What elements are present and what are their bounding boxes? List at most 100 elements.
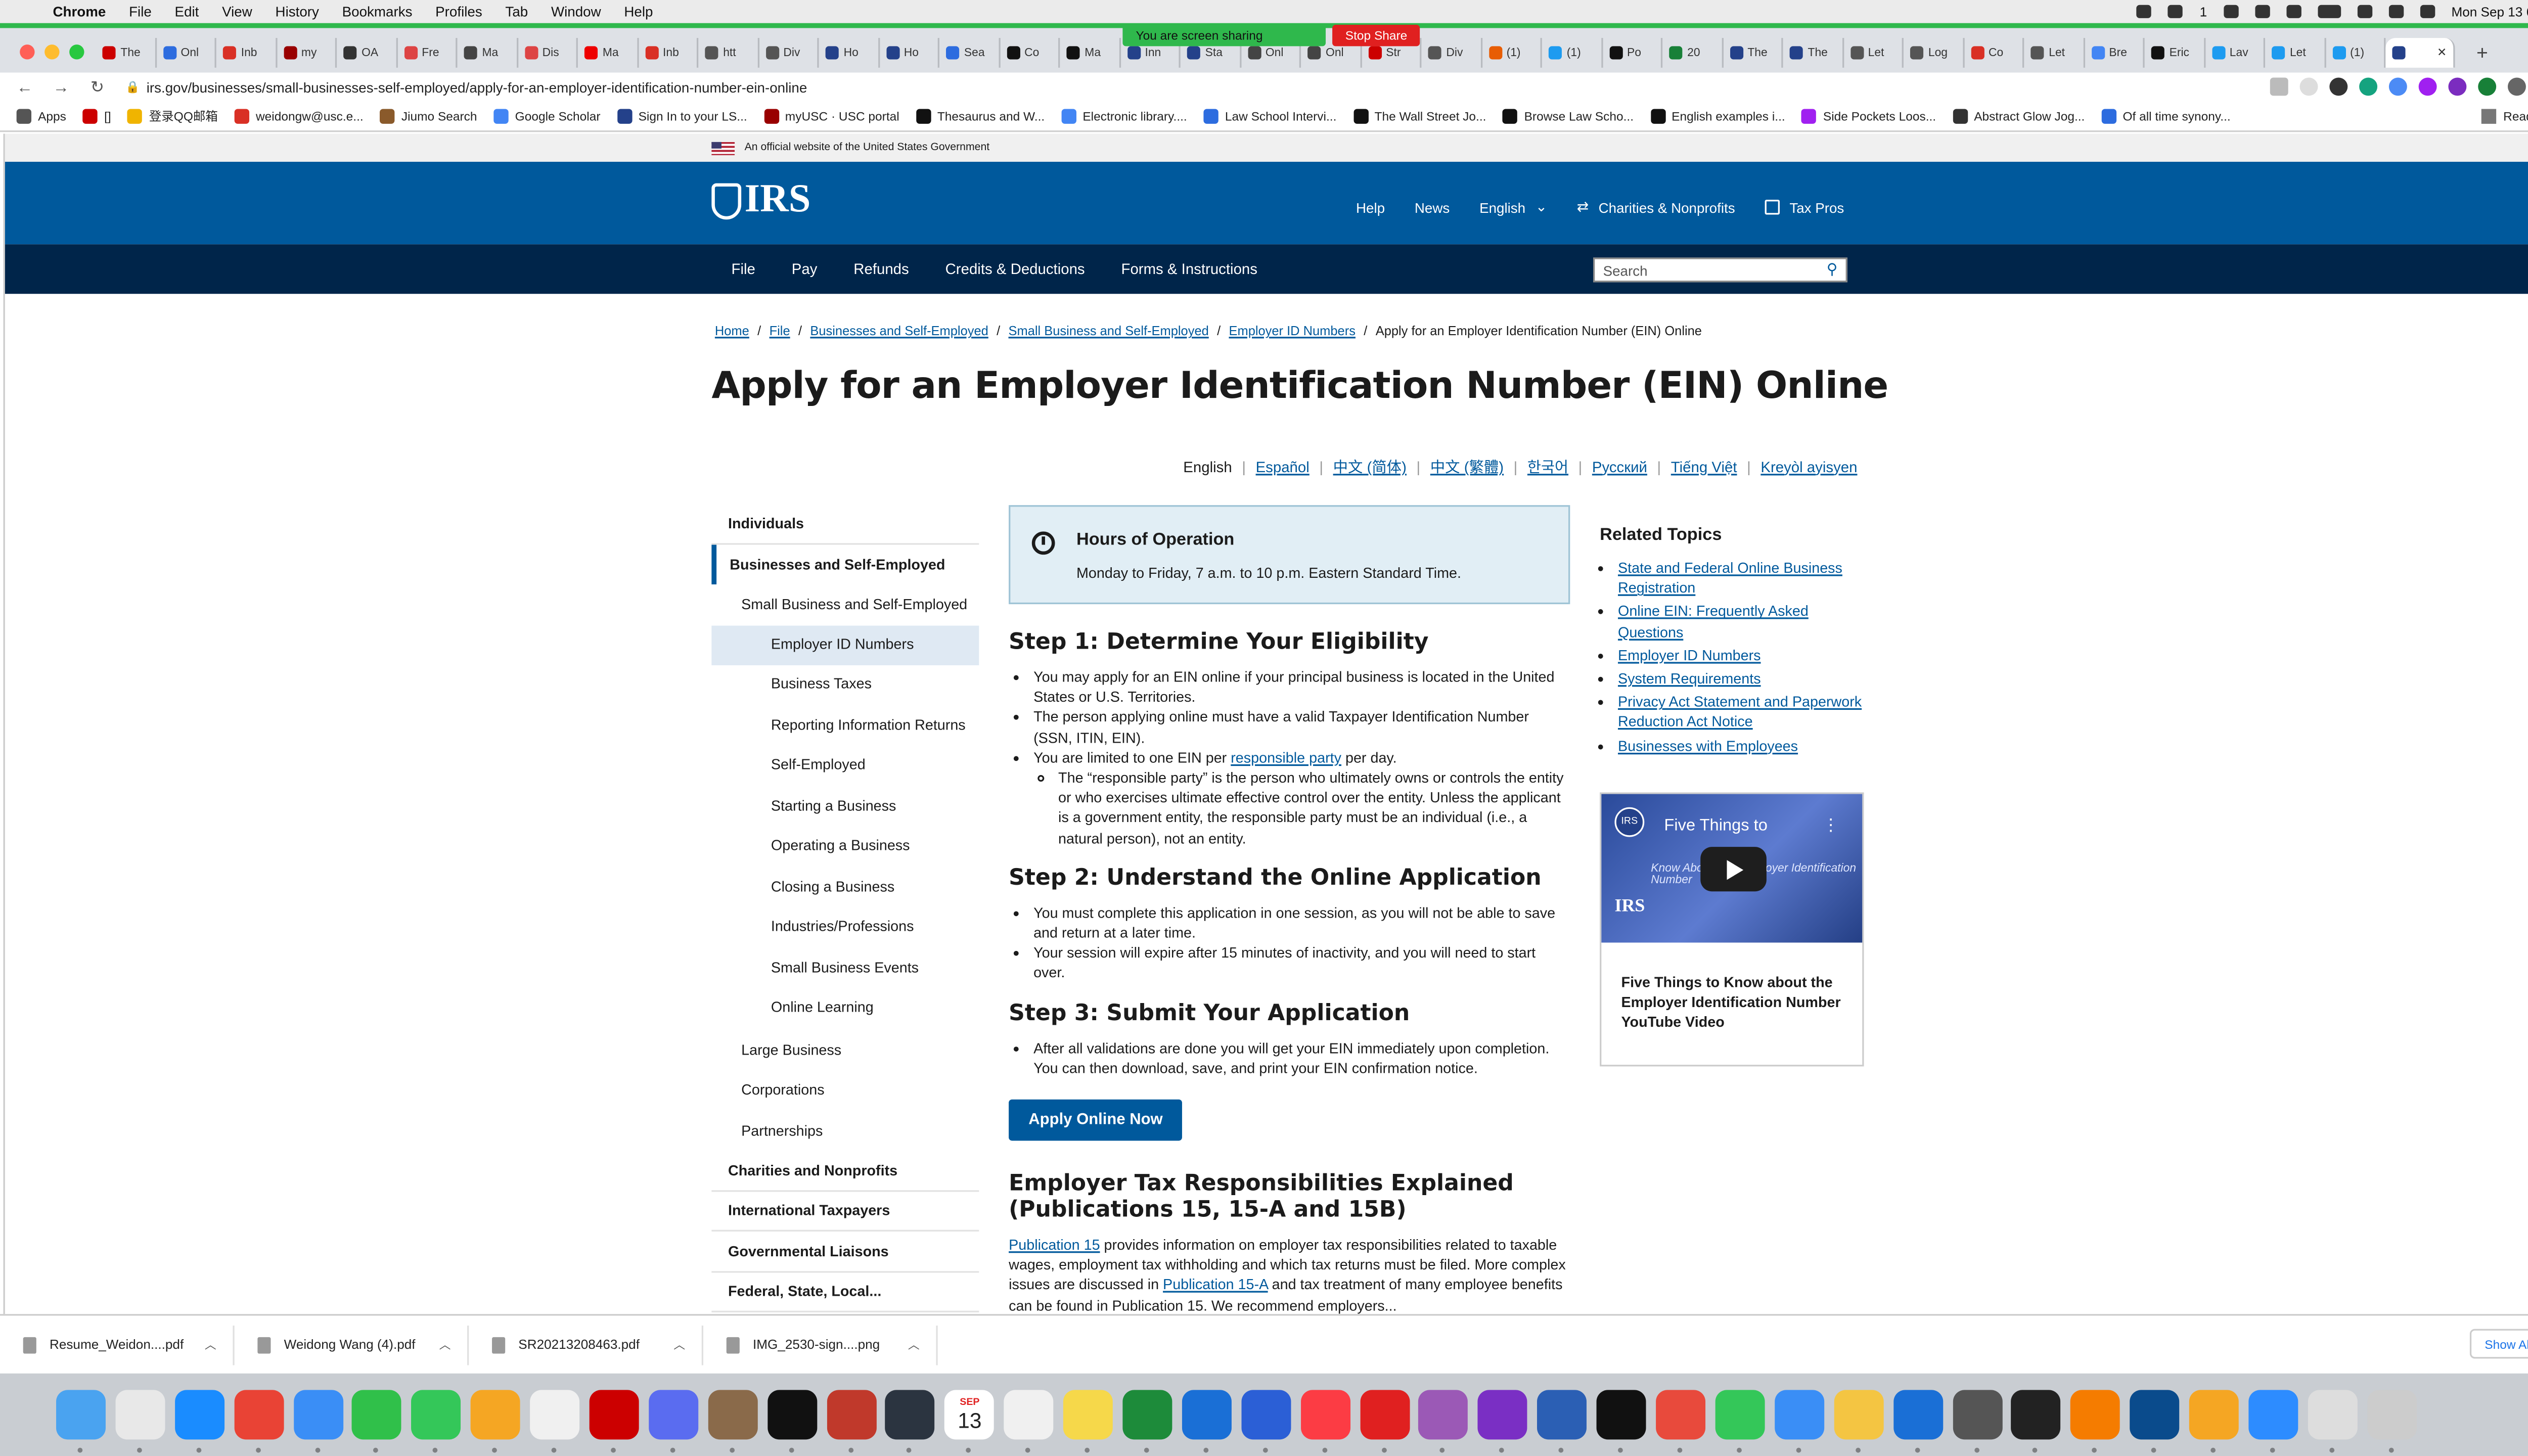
nav-forms-instructions[interactable]: Forms & Instructions bbox=[1121, 261, 1257, 278]
breadcrumb-home[interactable]: Home bbox=[715, 324, 749, 338]
sidebar-item[interactable]: International Taxpayers bbox=[711, 1191, 979, 1232]
language-chinese-simplified[interactable]: 中文 (简体) bbox=[1333, 456, 1407, 477]
extension-status-icon[interactable] bbox=[2223, 5, 2239, 18]
minimize-window-button[interactable] bbox=[44, 44, 60, 60]
dock-app-icon[interactable] bbox=[1597, 1390, 1647, 1453]
dock-app-icon[interactable] bbox=[1893, 1390, 1943, 1453]
sidebar-item[interactable]: Individuals bbox=[711, 504, 979, 544]
browser-tab[interactable]: The bbox=[96, 38, 156, 68]
search-icon[interactable]: ⚲ bbox=[1827, 261, 1838, 279]
nav-file[interactable]: File bbox=[732, 261, 755, 278]
zoom-window-button[interactable] bbox=[69, 44, 84, 60]
dock-app-icon[interactable] bbox=[234, 1390, 284, 1453]
browser-tab[interactable]: Ma bbox=[457, 38, 518, 68]
irs-logo[interactable]: IRS bbox=[711, 178, 810, 223]
dock-app-icon[interactable] bbox=[1774, 1390, 1824, 1453]
menubar-clock[interactable]: Mon Sep 13 6:08 PM bbox=[2451, 4, 2528, 19]
extension-icon-1[interactable] bbox=[2329, 77, 2348, 96]
reading-list-button[interactable]: Reading List bbox=[2481, 109, 2528, 124]
menu-view[interactable]: View bbox=[222, 4, 252, 20]
dock-app-icon[interactable] bbox=[293, 1390, 343, 1453]
sidebar-item[interactable]: Large Business bbox=[711, 1029, 979, 1070]
breadcrumb-employer-id[interactable]: Employer ID Numbers bbox=[1229, 324, 1356, 338]
browser-tab[interactable]: Ho bbox=[879, 38, 939, 68]
sidebar-item[interactable]: Small Business and Self-Employed bbox=[711, 584, 979, 625]
record-icon[interactable] bbox=[2137, 5, 2152, 18]
browser-tab[interactable]: (1) bbox=[1482, 38, 1542, 68]
bookmark-item[interactable]: Browse Law Scho... bbox=[1503, 109, 1634, 124]
extension-icon-5[interactable] bbox=[2448, 77, 2467, 96]
browser-tab[interactable]: Inb bbox=[216, 38, 277, 68]
menu-app-name[interactable]: Chrome bbox=[53, 4, 106, 20]
dock-app-icon[interactable] bbox=[2189, 1390, 2239, 1453]
bookmark-item[interactable]: English examples i... bbox=[1650, 109, 1785, 124]
dock-app-icon[interactable] bbox=[826, 1390, 876, 1453]
sidebar-item[interactable]: Self-Employed bbox=[711, 746, 979, 787]
bookmark-item[interactable]: 登录QQ邮箱 bbox=[127, 107, 218, 125]
bookmark-item[interactable]: Sign In to your LS... bbox=[617, 109, 747, 124]
sidebar-item[interactable]: Reporting Information Returns bbox=[711, 706, 979, 746]
browser-tab[interactable]: my bbox=[277, 38, 337, 68]
dock-app-icon[interactable] bbox=[2308, 1390, 2358, 1453]
dock-app-icon[interactable] bbox=[1241, 1390, 1291, 1453]
browser-tab[interactable]: Bre bbox=[2084, 38, 2145, 68]
dock-app-icon[interactable] bbox=[1478, 1390, 1528, 1453]
related-link-privacy-act[interactable]: Privacy Act Statement and Paperwork Redu… bbox=[1618, 694, 1862, 730]
bluetooth-icon[interactable] bbox=[2286, 5, 2301, 18]
menu-history[interactable]: History bbox=[276, 4, 319, 20]
reload-icon[interactable]: ↻ bbox=[86, 78, 109, 97]
apply-online-button[interactable]: Apply Online Now bbox=[1009, 1099, 1183, 1141]
browser-tab[interactable]: Let bbox=[2024, 38, 2085, 68]
sidebar-item[interactable]: Employer ID Numbers bbox=[711, 624, 979, 665]
close-tab-icon[interactable]: ✕ bbox=[2437, 46, 2447, 60]
extension-icon-2[interactable] bbox=[2359, 77, 2378, 96]
sidebar-item[interactable]: Closing a Business bbox=[711, 868, 979, 908]
browser-tab[interactable]: Let bbox=[1843, 38, 1904, 68]
dock-app-icon[interactable] bbox=[2367, 1390, 2417, 1453]
browser-tab[interactable]: htt bbox=[698, 38, 759, 68]
notification-icon[interactable] bbox=[2168, 5, 2184, 18]
bookmark-star-icon[interactable] bbox=[2299, 77, 2318, 96]
volume-icon[interactable] bbox=[2254, 5, 2270, 18]
browser-tab[interactable]: Fre bbox=[397, 38, 458, 68]
browser-tab[interactable]: 20 bbox=[1662, 38, 1723, 68]
related-link-system-requirements[interactable]: System Requirements bbox=[1618, 670, 1761, 687]
related-link-businesses-employees[interactable]: Businesses with Employees bbox=[1618, 737, 1798, 754]
menu-edit[interactable]: Edit bbox=[175, 4, 199, 20]
menu-help[interactable]: Help bbox=[624, 4, 653, 20]
dock-app-icon[interactable] bbox=[708, 1390, 758, 1453]
menu-file[interactable]: File bbox=[129, 4, 152, 20]
sidebar-item[interactable]: Governmental Liaisons bbox=[711, 1232, 979, 1272]
browser-tab[interactable]: Co bbox=[1964, 38, 2024, 68]
dock-app-icon[interactable] bbox=[412, 1390, 462, 1453]
browser-tab[interactable]: Log bbox=[1904, 38, 1964, 68]
browser-tab[interactable]: Po bbox=[1602, 38, 1663, 68]
stop-share-button[interactable]: Stop Share bbox=[1332, 24, 1421, 46]
language-russian[interactable]: Русский bbox=[1592, 458, 1647, 475]
dock-app-icon[interactable] bbox=[885, 1390, 935, 1453]
news-link[interactable]: News bbox=[1415, 199, 1450, 215]
related-link-state-federal[interactable]: State and Federal Online Business Regist… bbox=[1618, 560, 1842, 596]
dock-app-icon[interactable] bbox=[174, 1390, 224, 1453]
bookmark-item[interactable]: Abstract Glow Jog... bbox=[1952, 109, 2085, 124]
dock-app-icon[interactable] bbox=[1300, 1390, 1350, 1453]
bookmark-item[interactable]: Thesaurus and W... bbox=[916, 109, 1045, 124]
browser-tab[interactable]: Ma bbox=[1060, 38, 1120, 68]
show-all-downloads-button[interactable]: Show All bbox=[2469, 1329, 2528, 1359]
dock-app-icon[interactable] bbox=[1419, 1390, 1469, 1453]
breadcrumb-file[interactable]: File bbox=[770, 324, 790, 338]
bookmark-item[interactable]: Of all time synony... bbox=[2101, 109, 2231, 124]
sidebar-item[interactable]: Operating a Business bbox=[711, 827, 979, 868]
sidebar-item[interactable]: Corporations bbox=[711, 1070, 979, 1110]
browser-tab[interactable]: Co bbox=[1000, 38, 1060, 68]
browser-tab[interactable]: Div bbox=[1421, 38, 1482, 68]
browser-tab[interactable]: The bbox=[1783, 38, 1843, 68]
extension-icon-6[interactable] bbox=[2478, 77, 2497, 96]
browser-tab[interactable]: Ho bbox=[819, 38, 879, 68]
language-korean[interactable]: 한국어 bbox=[1527, 456, 1568, 477]
browser-tab[interactable]: (1) bbox=[2325, 38, 2386, 68]
sidebar-item[interactable]: Partnerships bbox=[711, 1110, 979, 1151]
address-bar[interactable]: 🔒 irs.gov/businesses/small-businesses-se… bbox=[125, 79, 807, 96]
bookmark-item[interactable]: Apps bbox=[16, 109, 66, 124]
language-vietnamese[interactable]: Tiếng Việt bbox=[1671, 458, 1737, 475]
